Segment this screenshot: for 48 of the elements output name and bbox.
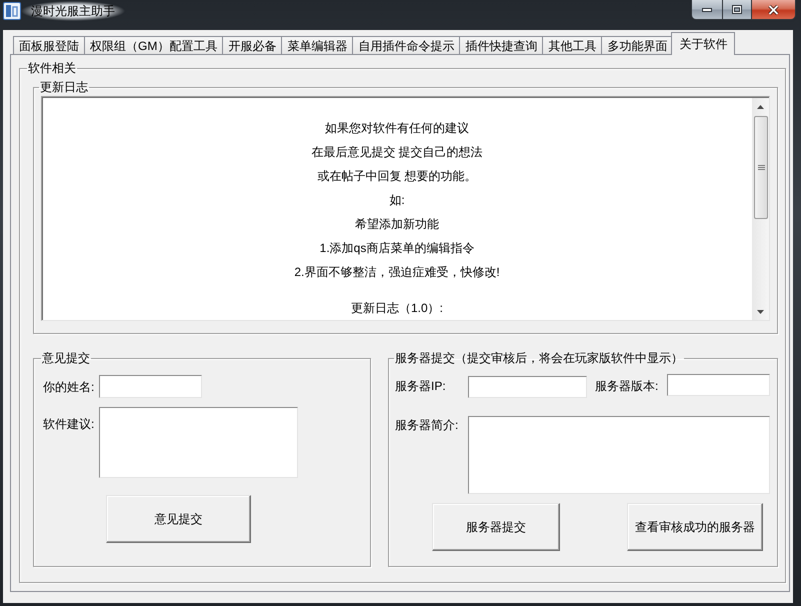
scroll-thumb[interactable] [754, 116, 768, 219]
server-intro-text-field[interactable] [468, 416, 770, 494]
server-action-button[interactable]: 服务器提交 [432, 503, 560, 551]
group-title: 软件相关 [27, 61, 77, 75]
suggestion-text-field[interactable] [99, 407, 298, 478]
tab[interactable]: 自用插件命令提示 [352, 36, 460, 54]
group-title: 服务器提交（提交审核后，将会在玩家版软件中显示） [394, 351, 684, 365]
server-action-button[interactable]: 查看审核成功的服务器 [627, 503, 763, 551]
up-arrow-icon [757, 104, 764, 108]
tab[interactable]: 权限组（GM）配置工具 [84, 36, 224, 54]
maximize-button[interactable] [722, 0, 752, 20]
tab[interactable]: 面板服登陆 [13, 36, 85, 54]
down-arrow-icon [757, 310, 764, 314]
maximize-icon [732, 5, 742, 14]
tab[interactable]: 多功能界面 [601, 36, 674, 54]
name-input-field[interactable] [99, 375, 202, 398]
field-label: 软件建议: [43, 417, 96, 431]
changelog-line: 在最后意见提交 提交自己的想法 [311, 144, 483, 161]
grip-icon [758, 165, 764, 170]
tab[interactable]: 菜单编辑器 [281, 36, 354, 54]
tab[interactable]: 关于软件 [671, 32, 736, 55]
changelog-text-box[interactable]: 如果您对软件有任何的建议 在最后意见提交 提交自己的想法 或在帖子中回复 想要的功能。 如: 希望添加新功能 1.添加qs商店菜单的编辑指令 2.界面不够整洁，强迫症难受，快修改! 更新日志（1.0）: [41, 96, 770, 321]
changelog-line: 更新日志（1.0）: [350, 300, 443, 317]
scrollbar[interactable] [752, 98, 769, 320]
server-ip-input-field[interactable] [468, 376, 587, 398]
minimize-icon [702, 8, 712, 12]
window-title: 漫时光服主助手 [21, 1, 125, 21]
group-title: 意见提交 [41, 351, 91, 365]
group-title: 更新日志 [39, 80, 89, 94]
changelog-line: 或在帖子中回复 想要的功能。 [317, 168, 477, 185]
close-icon [768, 4, 779, 14]
tab[interactable]: 插件快捷查询 [459, 36, 544, 54]
changelog-line: 1.添加qs商店菜单的编辑指令 [320, 240, 474, 257]
field-label: 你的姓名: [43, 380, 96, 394]
field-label: 服务器简介: [395, 418, 460, 432]
changelog-line: 如: [389, 192, 405, 209]
minimize-button[interactable] [691, 0, 722, 20]
server-version-input-field[interactable] [667, 374, 770, 396]
field-label: 服务器IP: [395, 379, 447, 393]
app-icon [3, 2, 21, 20]
field-label: 服务器版本: [595, 379, 660, 393]
changelog-line: 如果您对软件有任何的建议 [325, 120, 469, 137]
submit-feedback-button[interactable]: 意见提交 [106, 495, 251, 543]
close-button[interactable] [752, 0, 796, 20]
tab[interactable]: 其他工具 [542, 36, 602, 54]
tab[interactable]: 开服必备 [222, 36, 282, 54]
changelog-line: 希望添加新功能 [355, 216, 439, 233]
changelog-line: 2.界面不够整洁，强迫症难受，快修改! [294, 264, 500, 281]
